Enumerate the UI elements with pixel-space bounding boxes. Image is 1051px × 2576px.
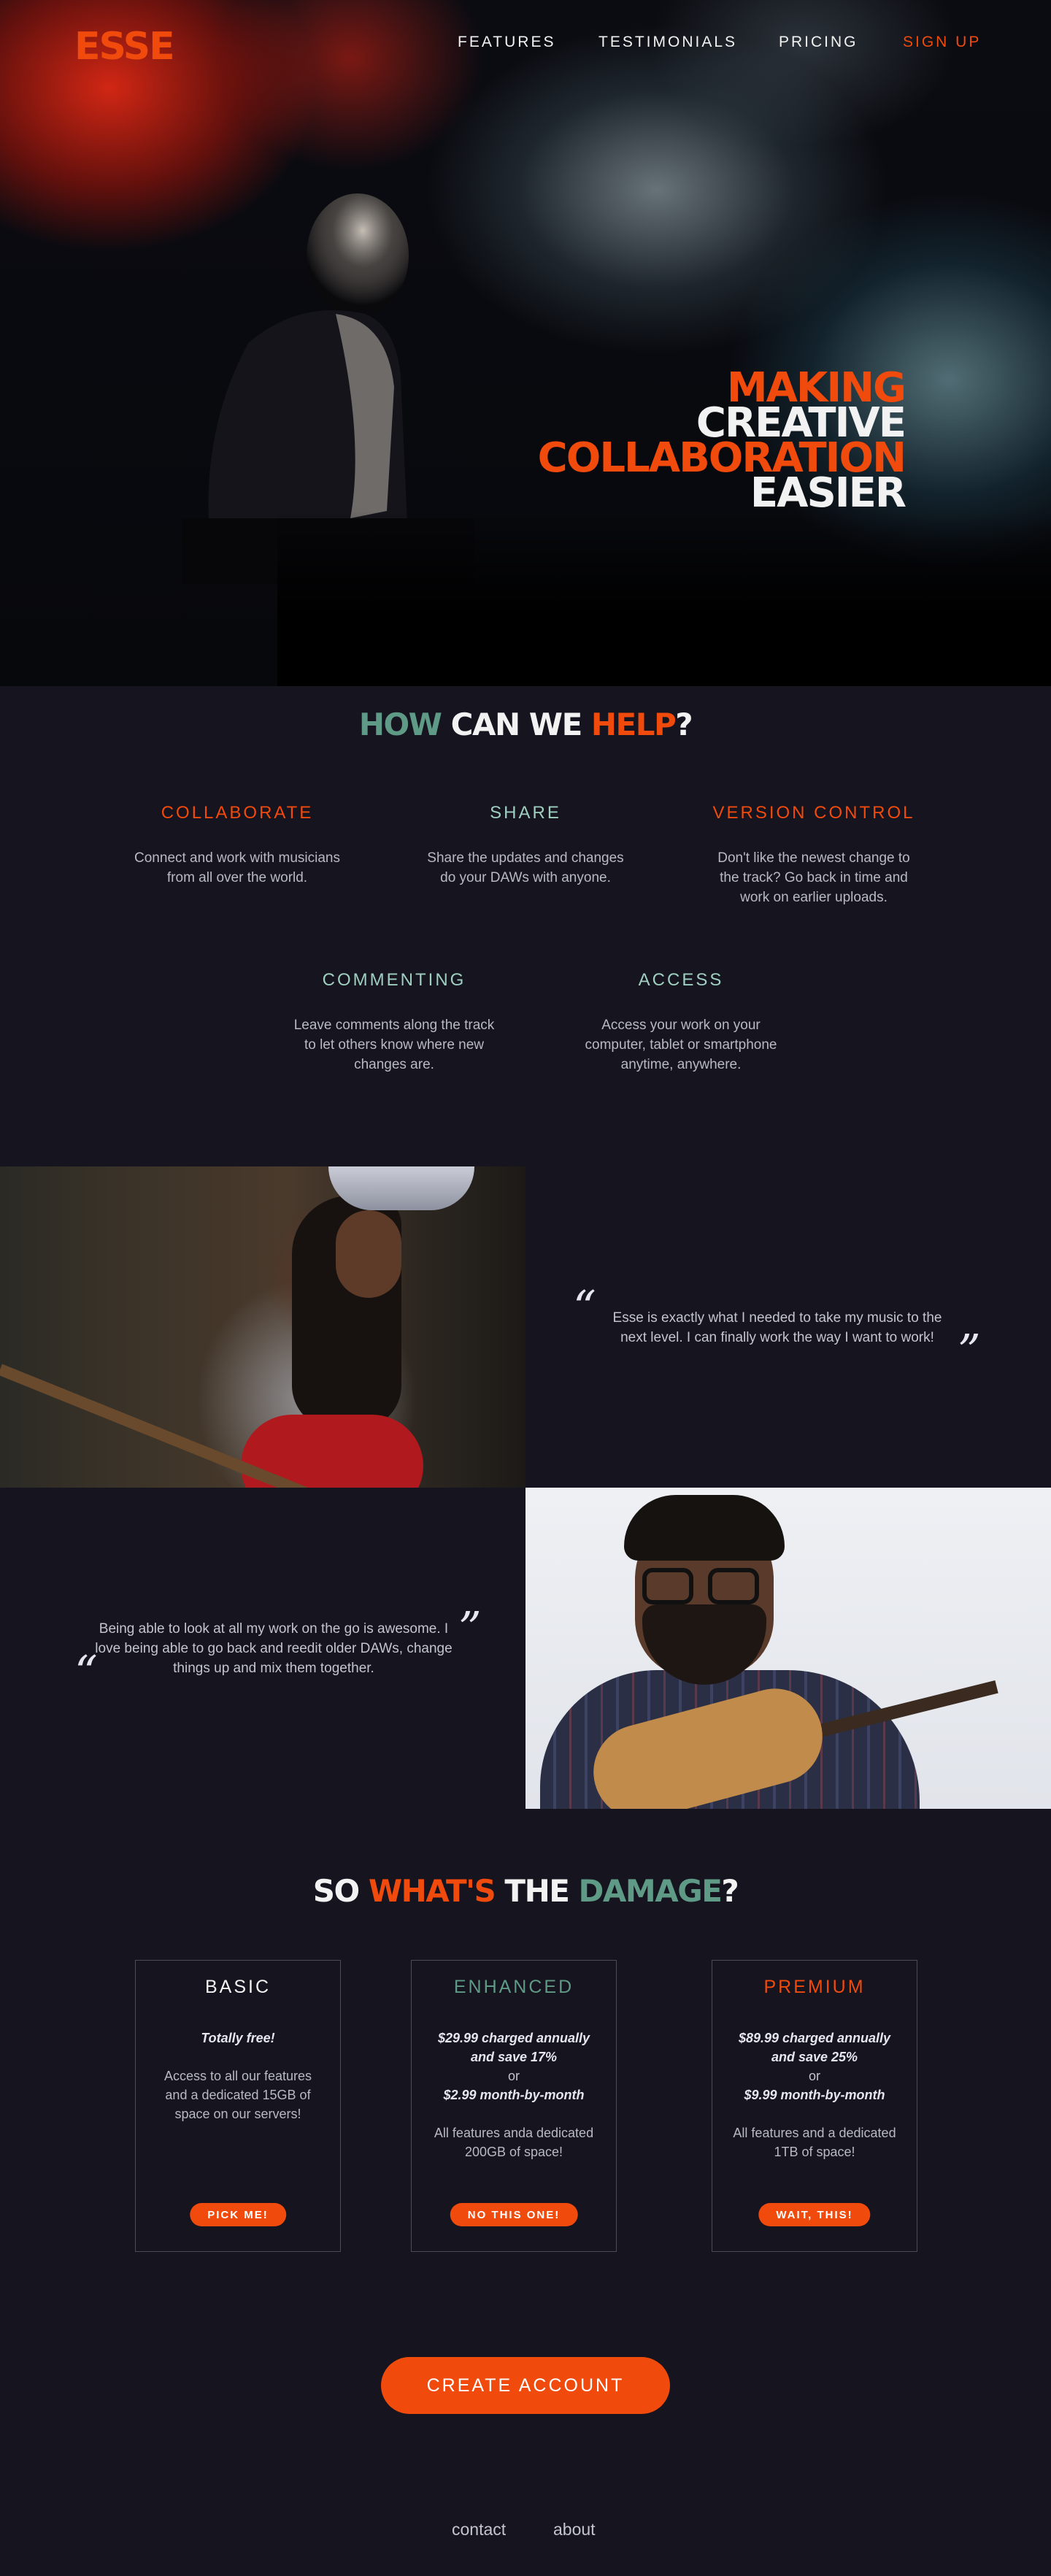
create-account-button[interactable]: CREATE ACCOUNT <box>381 2357 670 2414</box>
plan-price-or: or <box>507 2069 520 2083</box>
feature-title: ACCESS <box>638 970 724 990</box>
help-heading-question-mark: ? <box>675 707 693 742</box>
plan-price-block: $89.99 charged annually and save 25% or … <box>727 2029 902 2104</box>
pricing-card-enhanced: ENHANCED $29.99 charged annually and sav… <box>411 1960 617 2252</box>
pricing-heading-question-mark: ? <box>721 1873 739 1909</box>
plan-price-annual: $29.99 charged annually and save 17% <box>437 2031 590 2064</box>
testimonial-photo-guitarist-man <box>526 1488 1051 1809</box>
photo-notch <box>505 1631 526 1667</box>
plan-price-monthly: $9.99 month-by-month <box>744 2088 885 2102</box>
feature-share: SHARE Share the updates and changes do y… <box>420 803 631 888</box>
feature-collaborate: COLLABORATE Connect and work with musici… <box>131 803 343 888</box>
feature-title: COLLABORATE <box>161 803 314 823</box>
footer-about-link[interactable]: about <box>553 2520 596 2540</box>
plan-description: Access to all our features and a dedicat… <box>163 2069 312 2121</box>
pick-basic-button[interactable]: PICK ME! <box>190 2203 286 2226</box>
pricing-card-basic: BASIC Totally free! Access to all our fe… <box>135 1960 341 2252</box>
feature-text: Don't like the newest change to the trac… <box>717 850 910 905</box>
pick-enhanced-button[interactable]: NO THIS ONE! <box>450 2203 578 2226</box>
pricing-card-premium: PREMIUM $89.99 charged annually and save… <box>712 1960 917 2252</box>
help-heading: HOW CAN WE HELP? <box>0 707 1051 742</box>
quote-open-icon: “ <box>74 1645 98 1699</box>
photo-detail <box>624 1495 785 1561</box>
pricing-heading-word-damage: DAMAGE <box>578 1873 723 1909</box>
photo-detail <box>336 1210 401 1298</box>
pick-premium-button[interactable]: WAIT, THIS! <box>758 2203 871 2226</box>
pricing-heading: SO WHAT'S THE DAMAGE? <box>0 1873 1051 1909</box>
feature-title: COMMENTING <box>322 970 466 990</box>
pricing-heading-word-so: SO <box>312 1873 360 1909</box>
quote-close-icon: ” <box>458 1602 482 1655</box>
feature-text: Share the updates and changes do your DA… <box>427 850 624 885</box>
hero-headline: MAKING CREATIVE COLLABORATION EASIER <box>538 368 906 514</box>
feature-text: Leave comments along the track to let ot… <box>293 1018 495 1072</box>
pricing-heading-word-whats: WHAT'S <box>368 1873 496 1909</box>
page: ESSE FEATURES TESTIMONIALS PRICING SIGN … <box>0 0 1051 2576</box>
footer-contact-link[interactable]: contact <box>452 2520 506 2540</box>
plan-price-monthly: $2.99 month-by-month <box>443 2088 585 2102</box>
hero-stage-shadow <box>277 511 1051 686</box>
nav-features-link[interactable]: FEATURES <box>458 34 555 51</box>
help-heading-word-help: HELP <box>590 707 677 742</box>
pricing-heading-word-the: THE <box>504 1873 570 1909</box>
testimonial-photo-guitarist-woman <box>0 1166 526 1488</box>
plan-description: All features anda dedicated 200GB of spa… <box>434 2126 594 2159</box>
plan-price-or: or <box>808 2069 820 2083</box>
plan-name: PREMIUM <box>763 1977 866 1997</box>
feature-text: Access your work on your computer, table… <box>585 1018 777 1072</box>
plan-name: BASIC <box>204 1977 272 1997</box>
plan-price: Totally free! <box>201 2031 275 2045</box>
feature-access: ACCESS Access your work on your computer… <box>575 970 787 1074</box>
feature-title: SHARE <box>490 803 561 823</box>
help-heading-word-can-we: CAN WE <box>450 707 583 742</box>
plan-price-block: $29.99 charged annually and save 17% or … <box>426 2029 601 2104</box>
feature-title: VERSION CONTROL <box>712 803 915 823</box>
feature-commenting: COMMENTING Leave comments along the trac… <box>288 970 500 1074</box>
testimonial-quote: Esse is exactly what I needed to take my… <box>612 1310 942 1345</box>
nav-pricing-link[interactable]: PRICING <box>779 34 858 51</box>
plan-description: All features and a dedicated 1TB of spac… <box>733 2126 896 2159</box>
quote-open-icon: “ <box>573 1280 596 1334</box>
feature-text: Connect and work with musicians from all… <box>134 850 340 885</box>
photo-notch <box>526 1309 544 1345</box>
photo-detail <box>328 1166 474 1210</box>
nav-signup-link[interactable]: SIGN UP <box>903 34 981 51</box>
plan-price-annual: $89.99 charged annually and save 25% <box>738 2031 891 2064</box>
photo-detail <box>708 1568 759 1604</box>
quote-close-icon: ” <box>958 1324 981 1377</box>
top-nav: FEATURES TESTIMONIALS PRICING SIGN UP <box>0 34 1051 51</box>
testimonial-quote: Being able to look at all my work on the… <box>95 1621 453 1676</box>
plan-price-block: Totally free! <box>136 2029 340 2048</box>
photo-detail <box>642 1568 693 1604</box>
feature-version-control: VERSION CONTROL Don't like the newest ch… <box>708 803 920 907</box>
plan-name: ENHANCED <box>453 1977 574 1997</box>
hero-section: ESSE FEATURES TESTIMONIALS PRICING SIGN … <box>0 0 1051 686</box>
nav-testimonials-link[interactable]: TESTIMONIALS <box>598 34 737 51</box>
help-heading-word-how: HOW <box>358 707 442 742</box>
